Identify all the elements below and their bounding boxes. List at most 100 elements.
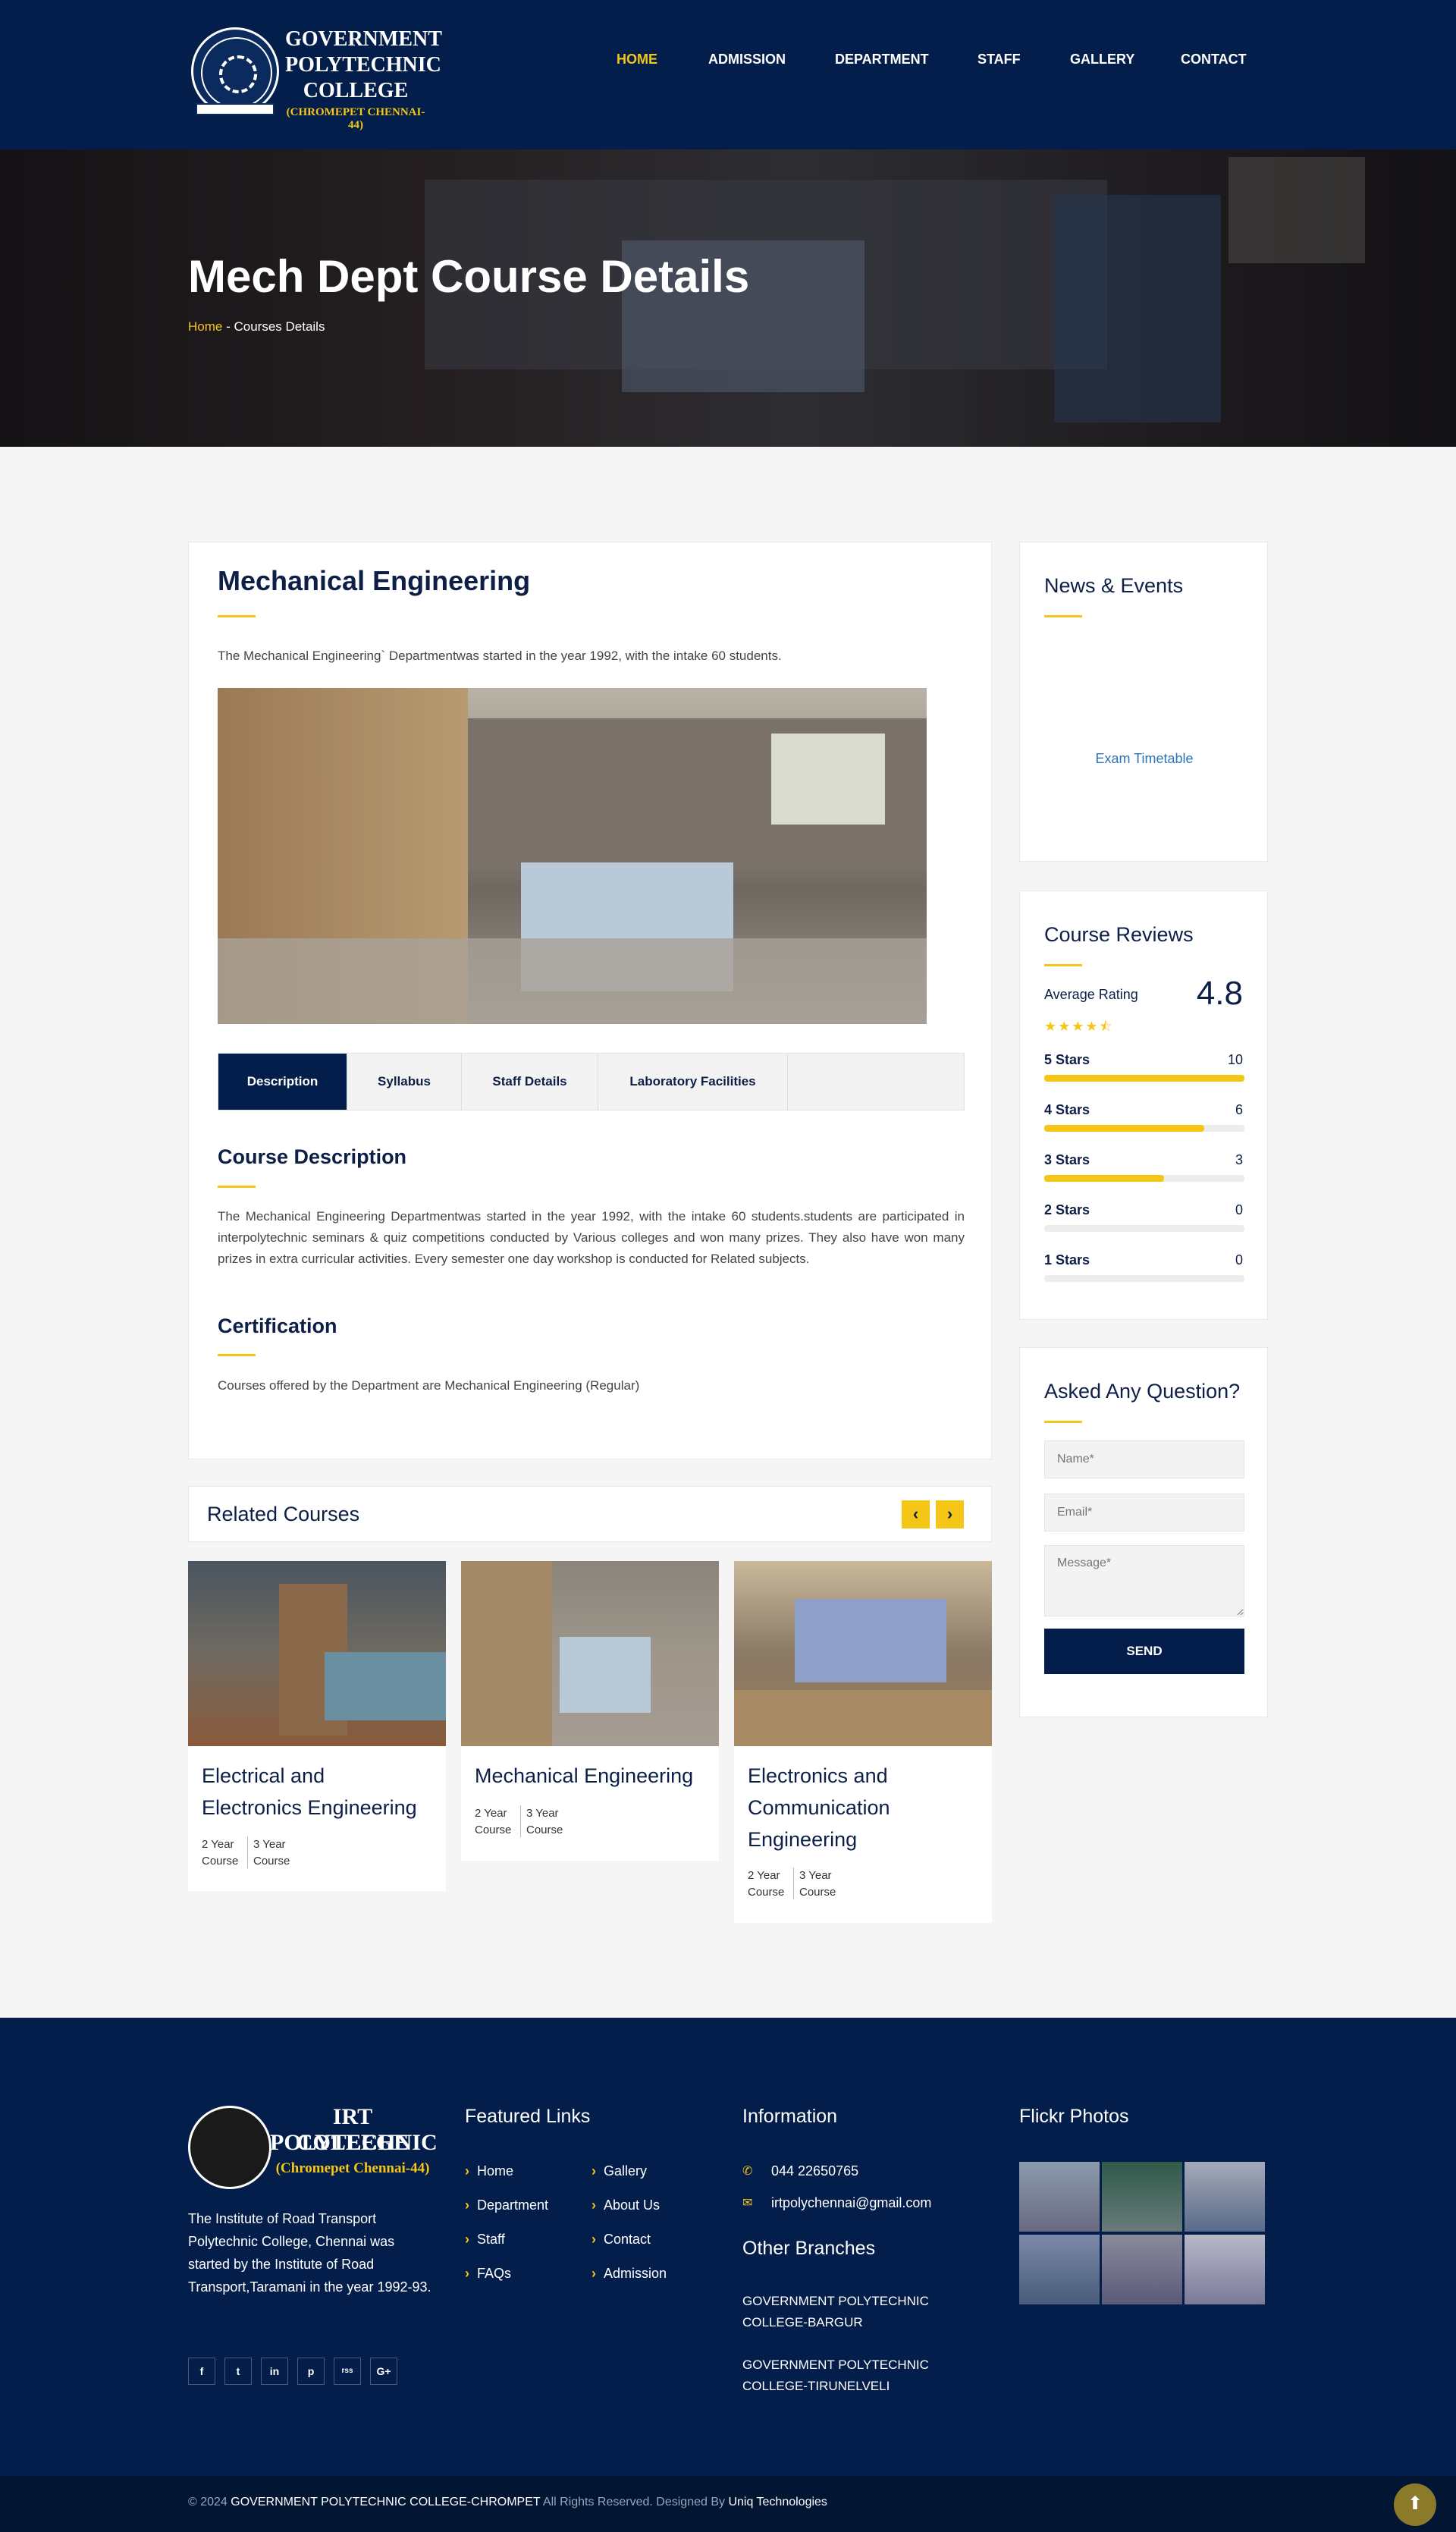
course-description-text: The Mechanical Engineering Departmentwas…: [218, 1209, 965, 1266]
course-image: [734, 1561, 992, 1746]
scroll-to-top-button[interactable]: ⬆: [1394, 2483, 1436, 2526]
featured-links-heading: Featured Links: [465, 2106, 591, 2127]
footer-about-text: The Institute of Road Transport Polytech…: [188, 2211, 431, 2295]
college-logo[interactable]: GOVERNMENT POLYTECHNIC COLLEGE (CHROMEPE…: [188, 24, 442, 131]
tab-laboratory-facilities[interactable]: Laboratory Facilities: [598, 1054, 788, 1110]
flickr-photo[interactable]: [1185, 2235, 1265, 2304]
nav-contact[interactable]: CONTACT: [1181, 52, 1247, 70]
flickr-photo[interactable]: [1019, 2235, 1100, 2304]
designer-link[interactable]: Uniq Technologies: [728, 2496, 827, 2508]
facebook-icon[interactable]: f: [188, 2358, 215, 2385]
rating-bar: [1044, 1175, 1244, 1182]
course-duration: 3 Year Course: [799, 1869, 836, 1899]
course-intro: The Mechanical Engineering` Departmentwa…: [218, 649, 782, 663]
rating-count: 6: [1235, 1102, 1243, 1117]
footer-link-staff[interactable]: Staff: [465, 2232, 505, 2248]
course-tabs: Description Syllabus Staff Details Labor…: [218, 1053, 965, 1110]
copyright-text: © 2024 GOVERNMENT POLYTECHNIC COLLEGE-CH…: [188, 2496, 827, 2508]
google-plus-icon[interactable]: G+: [370, 2358, 397, 2385]
flickr-photo[interactable]: [1102, 2235, 1182, 2304]
nav-home[interactable]: HOME: [617, 52, 657, 70]
logo-text-line1: GOVERNMENT: [285, 27, 442, 51]
rating-bar-fill: [1044, 1125, 1205, 1132]
average-rating-label: Average Rating: [1044, 987, 1138, 1002]
tab-syllabus[interactable]: Syllabus: [347, 1054, 462, 1110]
tab-description[interactable]: Description: [218, 1054, 347, 1110]
footer-link-contact[interactable]: Contact: [592, 2232, 651, 2248]
footer-link-faqs[interactable]: FAQs: [465, 2266, 511, 2282]
course-card[interactable]: Electronics and Communication Engineerin…: [734, 1561, 992, 1923]
name-field[interactable]: [1044, 1440, 1244, 1478]
star-rating-icon: ★★★★⯪: [1044, 1019, 1114, 1034]
footer-link-gallery[interactable]: Gallery: [592, 2163, 647, 2179]
branch-bargur-link[interactable]: GOVERNMENT POLYTECHNIC COLLEGE-BARGUR: [742, 2291, 955, 2333]
flickr-photo[interactable]: [1185, 2162, 1265, 2232]
heading-underline: [218, 1354, 256, 1356]
course-title[interactable]: Mechanical Engineering: [475, 1760, 702, 1792]
rating-label: 4 Stars: [1044, 1102, 1090, 1117]
nav-admission[interactable]: ADMISSION: [708, 52, 786, 70]
logo-text-line2: POLYTECHNIC: [285, 53, 441, 77]
page-title: Mech Dept Course Details: [188, 251, 750, 302]
heading-underline: [1044, 615, 1082, 617]
logo-text-line4: (CHROMEPET CHENNAI-44): [286, 106, 425, 131]
course-details-card: Mechanical Engineering The Mechanical En…: [188, 542, 992, 1459]
breadcrumb: Home - Courses Details: [188, 319, 325, 335]
flickr-heading: Flickr Photos: [1019, 2106, 1129, 2127]
other-branches-heading: Other Branches: [742, 2238, 876, 2259]
course-reviews-widget: Course Reviews Average Rating 4.8 ★★★★⯪ …: [1019, 891, 1268, 1320]
footer-link-home[interactable]: Home: [465, 2163, 513, 2179]
send-button[interactable]: SEND: [1044, 1629, 1244, 1674]
footer-link-department[interactable]: Department: [465, 2197, 548, 2213]
footer-link-about-us[interactable]: About Us: [592, 2197, 660, 2213]
heading-underline: [218, 1186, 256, 1188]
course-image: [188, 1561, 446, 1746]
heading-underline: [1044, 1421, 1082, 1423]
related-courses-heading: Related Courses: [207, 1503, 360, 1525]
course-title: Mechanical Engineering: [218, 565, 531, 596]
breadcrumb-home-link[interactable]: Home: [188, 319, 222, 334]
footer-logo-emblem-icon: [188, 2106, 271, 2189]
flickr-photo[interactable]: [1102, 2162, 1182, 2232]
course-card[interactable]: Electrical and Electronics Engineering 2…: [188, 1561, 446, 1891]
flickr-photo[interactable]: [1019, 2162, 1100, 2232]
course-duration: 2 Year Course: [202, 1838, 239, 1868]
course-duration: 2 Year Course: [748, 1869, 785, 1899]
heading-underline: [1044, 964, 1082, 966]
rating-label: 2 Stars: [1044, 1202, 1090, 1217]
nav-department[interactable]: DEPARTMENT: [835, 52, 929, 70]
rating-bar: [1044, 1225, 1244, 1232]
rating-count: 0: [1235, 1252, 1243, 1268]
rating-bar-fill: [1044, 1075, 1244, 1082]
question-heading: Asked Any Question?: [1044, 1380, 1241, 1403]
nav-gallery[interactable]: GALLERY: [1070, 52, 1134, 70]
message-field[interactable]: [1044, 1545, 1244, 1616]
course-description-heading: Course Description: [218, 1145, 407, 1168]
tab-staff-details[interactable]: Staff Details: [462, 1054, 598, 1110]
rss-icon[interactable]: rss: [334, 2358, 361, 2385]
rating-bar: [1044, 1275, 1244, 1282]
linkedin-icon[interactable]: in: [261, 2358, 288, 2385]
course-card[interactable]: Mechanical Engineering 2 Year Course 3 Ye…: [461, 1561, 719, 1861]
course-title[interactable]: Electronics and Communication Engineerin…: [748, 1760, 975, 1855]
certification-heading: Certification: [218, 1315, 337, 1337]
title-underline: [218, 615, 256, 617]
twitter-icon[interactable]: t: [224, 2358, 252, 2385]
course-title[interactable]: Electrical and Electronics Engineering: [202, 1760, 429, 1824]
exam-timetable-link[interactable]: Exam Timetable: [1020, 751, 1269, 767]
branch-tirunelveli-link[interactable]: GOVERNMENT POLYTECHNIC COLLEGE-TIRUNELVE…: [742, 2355, 955, 2397]
nav-staff[interactable]: STAFF: [977, 52, 1021, 70]
footer-email[interactable]: irtpolychennai@gmail.com: [771, 2195, 931, 2211]
carousel-prev-button[interactable]: ‹: [902, 1500, 930, 1528]
carousel-next-button[interactable]: ›: [936, 1500, 964, 1528]
pinterest-icon[interactable]: p: [297, 2358, 325, 2385]
footer-link-admission[interactable]: Admission: [592, 2266, 667, 2282]
rating-bar: [1044, 1125, 1244, 1132]
copyright-bar: © 2024 GOVERNMENT POLYTECHNIC COLLEGE-CH…: [0, 2476, 1456, 2532]
footer-phone[interactable]: 044 22650765: [771, 2163, 858, 2179]
course-duration: 3 Year Course: [253, 1838, 290, 1868]
email-field[interactable]: [1044, 1494, 1244, 1531]
emblem-ribbon: [196, 103, 275, 115]
rating-count: 0: [1235, 1202, 1243, 1217]
certification-text: Courses offered by the Department are Me…: [218, 1378, 640, 1393]
